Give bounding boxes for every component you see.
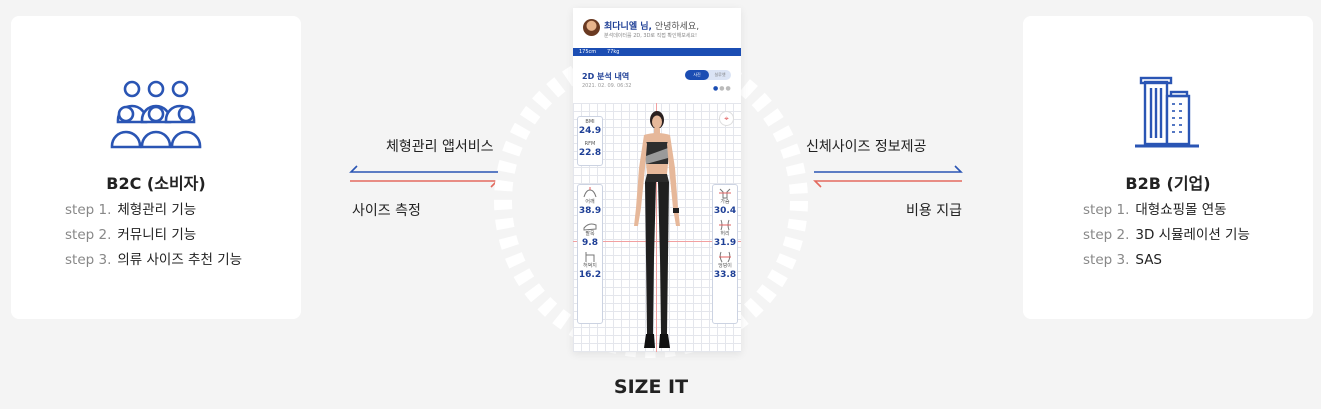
height-value: 175cm bbox=[579, 49, 597, 55]
arrow-left-icon bbox=[349, 165, 498, 173]
list-item: step 3. SAS bbox=[1083, 252, 1162, 268]
body-figure-image bbox=[634, 111, 680, 348]
greeting: 최다니엘 님, 안녕하세요, bbox=[604, 22, 700, 32]
phone-mockup: 최다니엘 님, 안녕하세요, 분석데이터를 2D, 3D로 직접 확인해보세요!… bbox=[573, 8, 741, 352]
shoulder-icon bbox=[583, 187, 597, 198]
thigh-icon bbox=[585, 252, 595, 262]
arrow-left-icon bbox=[813, 180, 962, 188]
hip-icon bbox=[719, 251, 731, 263]
b2b-card: B2B (기업) step 1. 대형쇼핑몰 연동 step 2. 3D 시뮬레이션… bbox=[1023, 16, 1313, 319]
view-toggle[interactable]: 사진 실루엣 bbox=[685, 70, 731, 80]
metric-bmi-rfm: BMI 24.9 RFM 22.8 bbox=[577, 116, 603, 166]
product-caption: SIZE IT bbox=[613, 376, 689, 398]
flow-label-payment: 비용 지급 bbox=[906, 203, 962, 219]
building-icon bbox=[1023, 76, 1313, 150]
b2b-step-list: step 1. 대형쇼핑몰 연동 step 2. 3D 시뮬레이션 기능 step … bbox=[1083, 198, 1250, 273]
metric-left-column: 어깨 38.9 팔목 9.8 허벅지 16.2 bbox=[577, 184, 603, 324]
arrow-right-icon bbox=[814, 165, 963, 173]
flow-label-size-info: 신체사이즈 정보제공 bbox=[806, 139, 927, 155]
people-group-icon bbox=[11, 76, 301, 150]
crosshair-icon[interactable]: ⌖ bbox=[719, 111, 734, 126]
list-item: step 2. 커뮤니티 기능 bbox=[65, 227, 197, 243]
list-item: step 1. 대형쇼핑몰 연동 bbox=[1083, 202, 1227, 218]
pagination-dots: ●●● bbox=[713, 85, 732, 92]
greeting-subtext: 분석데이터를 2D, 3D로 직접 확인해보세요! bbox=[604, 33, 698, 39]
chest-icon bbox=[719, 188, 731, 199]
list-item: step 2. 3D 시뮬레이션 기능 bbox=[1083, 227, 1250, 243]
b2c-card: B2C (소비자) step 1. 체형관리 기능 step 2. 커뮤니티 기능 … bbox=[11, 16, 301, 319]
b2c-title: B2C (소비자) bbox=[106, 174, 206, 193]
flow-label-size-measure: 사이즈 측정 bbox=[352, 203, 421, 219]
arrow-right-icon bbox=[350, 180, 499, 188]
list-item: step 1. 체형관리 기능 bbox=[65, 202, 197, 218]
metric-right-column: 가슴 30.4 허리 31.9 엉덩이 33.8 bbox=[712, 184, 738, 324]
b2b-title: B2B (기업) bbox=[1125, 174, 1211, 193]
list-item: step 3. 의류 사이즈 추천 기능 bbox=[65, 252, 243, 268]
section-title: 2D 분석 내역 bbox=[582, 72, 630, 81]
waist-icon bbox=[719, 219, 731, 231]
b2c-step-list: step 1. 체형관리 기능 step 2. 커뮤니티 기능 step 3. 의류 … bbox=[65, 198, 242, 273]
wrist-icon bbox=[583, 223, 597, 231]
body-info-bar: 175cm 77kg bbox=[573, 48, 741, 56]
weight-value: 77kg bbox=[607, 49, 620, 55]
phone-header: 최다니엘 님, 안녕하세요, 분석데이터를 2D, 3D로 직접 확인해보세요! bbox=[573, 8, 741, 46]
avatar bbox=[583, 19, 600, 36]
toggle-silhouette[interactable]: 실루엣 bbox=[709, 70, 731, 80]
flow-label-body-care-app: 체형관리 앱서비스 bbox=[386, 139, 494, 155]
section-date: 2021. 02. 09. 06:32 bbox=[582, 83, 632, 89]
toggle-photo[interactable]: 사진 bbox=[685, 70, 709, 80]
